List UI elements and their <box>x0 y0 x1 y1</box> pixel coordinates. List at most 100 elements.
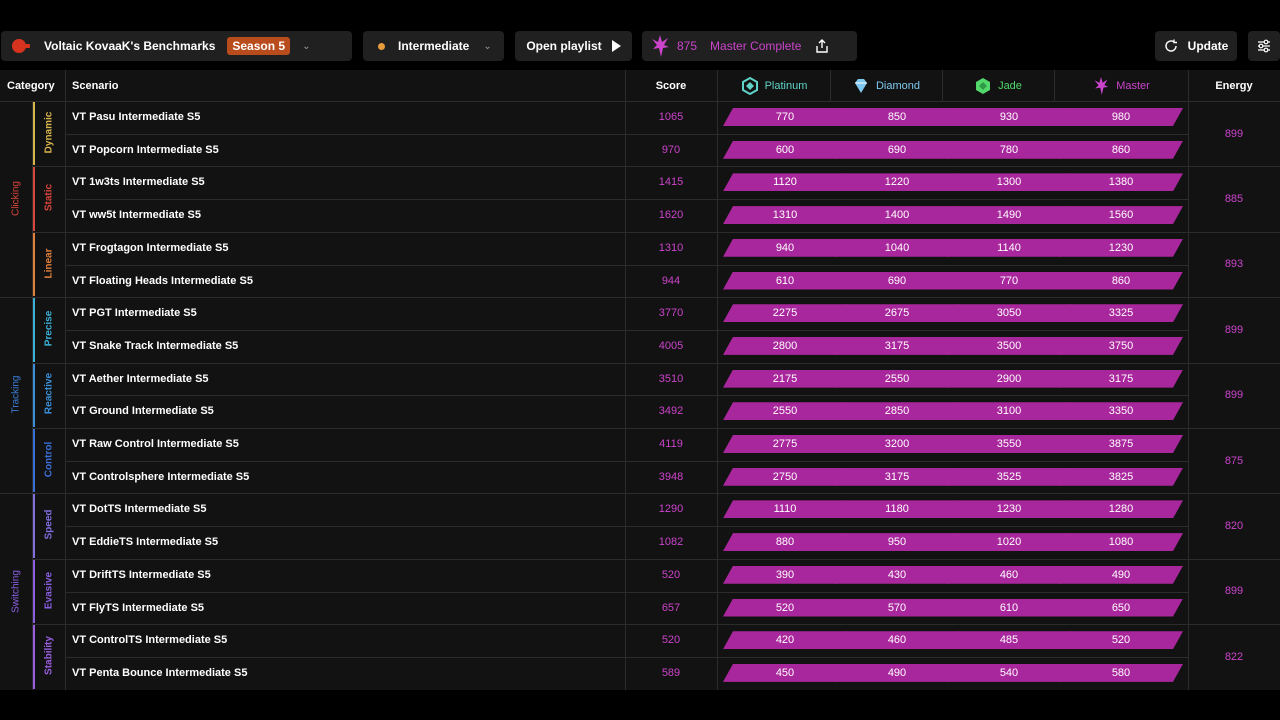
energy-value: 820 <box>1224 520 1244 533</box>
rank-header-jade: Jade <box>942 76 1054 96</box>
row-divider <box>33 166 1280 168</box>
score-value: 657 <box>661 601 681 614</box>
chevron-down-icon: ⌄ <box>302 40 311 52</box>
share-icon[interactable] <box>815 39 829 53</box>
scenario-name[interactable]: VT Aether Intermediate S5 <box>72 363 209 395</box>
scenario-name[interactable]: VT Penta Bounce Intermediate S5 <box>72 657 247 689</box>
score-value: 3948 <box>658 470 684 483</box>
threshold-bar-platinum: 1110 <box>723 500 847 518</box>
score-value: 1082 <box>658 536 684 549</box>
scenario-name[interactable]: VT ww5t Intermediate S5 <box>72 199 201 231</box>
threshold-bar-jade: 1020 <box>947 533 1071 551</box>
score-value: 1620 <box>658 209 684 222</box>
open-playlist-label: Open playlist <box>526 39 602 53</box>
scenario-name[interactable]: VT Frogtagon Intermediate S5 <box>72 232 228 264</box>
scenario-name[interactable]: VT ControlTS Intermediate S5 <box>72 624 227 656</box>
scenario-name[interactable]: VT EddieTS Intermediate S5 <box>72 526 218 558</box>
benchmark-selector[interactable]: Voltaic KovaaK's Benchmarks Season 5 ⌄ <box>1 31 352 61</box>
category-label: Clicking <box>10 181 22 217</box>
scenario-name[interactable]: VT Ground Intermediate S5 <box>72 395 214 427</box>
row-divider <box>33 558 1280 560</box>
open-playlist-button[interactable]: Open playlist <box>515 31 632 61</box>
scenario-name[interactable]: VT Snake Track Intermediate S5 <box>72 330 238 362</box>
scenario-name[interactable]: VT DotTS Intermediate S5 <box>72 493 206 525</box>
update-button[interactable]: Update <box>1155 31 1237 61</box>
scenario-name[interactable]: VT Controlsphere Intermediate S5 <box>72 461 249 493</box>
row-divider <box>65 460 1188 462</box>
threshold-bar-platinum: 2800 <box>723 337 847 355</box>
threshold-bar-master: 860 <box>1059 141 1183 159</box>
subcategory-marker <box>33 494 35 558</box>
threshold-bar-master: 980 <box>1059 108 1183 126</box>
energy-value: 899 <box>1224 585 1244 598</box>
score-value: 944 <box>661 274 681 287</box>
top-bar: Voltaic KovaaK's Benchmarks Season 5 ⌄ I… <box>0 0 1280 70</box>
difficulty-selector[interactable]: Intermediate ⌄ <box>363 31 504 61</box>
scenario-name[interactable]: VT Floating Heads Intermediate S5 <box>72 265 253 297</box>
score-value: 3510 <box>658 372 684 385</box>
scenario-name[interactable]: VT Pasu Intermediate S5 <box>72 101 200 133</box>
threshold-bar-diamond: 1180 <box>835 500 959 518</box>
subcategory-marker <box>33 167 35 231</box>
scenario-name[interactable]: VT Raw Control Intermediate S5 <box>72 428 239 460</box>
energy-value: 899 <box>1224 323 1244 336</box>
master-rank-icon <box>1092 77 1110 95</box>
rank-header-label: Master <box>1116 80 1150 92</box>
threshold-bar-jade: 780 <box>947 141 1071 159</box>
jade-rank-icon <box>974 77 992 95</box>
scenario-name[interactable]: VT PGT Intermediate S5 <box>72 297 197 329</box>
threshold-bar-diamond: 2550 <box>835 370 959 388</box>
threshold-bar-master: 3325 <box>1059 304 1183 322</box>
score-value: 1065 <box>658 111 684 123</box>
threshold-bar-jade: 2900 <box>947 370 1071 388</box>
threshold-bar-jade: 3100 <box>947 402 1071 420</box>
threshold-bar-master: 580 <box>1059 664 1183 682</box>
threshold-bar-jade: 3525 <box>947 468 1071 486</box>
settings-button[interactable] <box>1248 31 1280 61</box>
rank-header-label: Platinum <box>764 80 808 92</box>
scenario-header: Scenario <box>72 79 119 92</box>
threshold-bar-master: 3175 <box>1059 370 1183 388</box>
subcategory-marker <box>33 232 35 297</box>
energy-value: 899 <box>1224 389 1244 402</box>
scenario-name[interactable]: VT 1w3ts Intermediate S5 <box>72 166 205 198</box>
threshold-bar-diamond: 1400 <box>835 206 959 224</box>
master-rank-icon <box>652 35 669 57</box>
score-value: 1310 <box>658 241 684 254</box>
threshold-bar-master: 3350 <box>1059 402 1183 420</box>
subcategory-marker <box>33 625 35 689</box>
subcategory-marker <box>33 429 35 493</box>
rank-status-pill: 875 Master Complete <box>642 31 857 61</box>
threshold-bar-platinum: 2775 <box>723 435 847 453</box>
threshold-bar-jade: 460 <box>947 566 1071 584</box>
rank-header-master: Master <box>1054 76 1188 96</box>
score-value: 589 <box>661 666 681 679</box>
subcategory-marker <box>33 559 35 624</box>
threshold-bar-jade: 610 <box>947 599 1071 617</box>
threshold-bar-platinum: 600 <box>723 141 847 159</box>
threshold-bar-master: 860 <box>1059 272 1183 290</box>
sliders-icon <box>1258 39 1270 53</box>
scenario-name[interactable]: VT Popcorn Intermediate S5 <box>72 134 219 166</box>
threshold-bar-platinum: 520 <box>723 599 847 617</box>
scenario-name[interactable]: VT DriftTS Intermediate S5 <box>72 559 211 591</box>
row-divider <box>0 297 1280 299</box>
category-label: Switching <box>10 569 22 613</box>
threshold-bar-platinum: 1120 <box>723 173 847 191</box>
threshold-bar-master: 3825 <box>1059 468 1183 486</box>
scenario-name[interactable]: VT FlyTS Intermediate S5 <box>72 592 204 624</box>
voltaic-logo-icon <box>12 39 30 53</box>
threshold-bar-master: 650 <box>1059 599 1183 617</box>
play-icon <box>611 40 621 52</box>
threshold-bar-platinum: 610 <box>723 272 847 290</box>
score-value: 3492 <box>658 405 684 418</box>
threshold-bar-jade: 3050 <box>947 304 1071 322</box>
threshold-bar-master: 3875 <box>1059 435 1183 453</box>
threshold-bar-platinum: 770 <box>723 108 847 126</box>
threshold-bar-master: 1230 <box>1059 239 1183 257</box>
season-badge: Season 5 <box>227 37 291 55</box>
threshold-bar-jade: 1490 <box>947 206 1071 224</box>
rank-header-platinum: Platinum <box>718 76 830 96</box>
threshold-bar-master: 1080 <box>1059 533 1183 551</box>
threshold-bar-diamond: 460 <box>835 631 959 649</box>
